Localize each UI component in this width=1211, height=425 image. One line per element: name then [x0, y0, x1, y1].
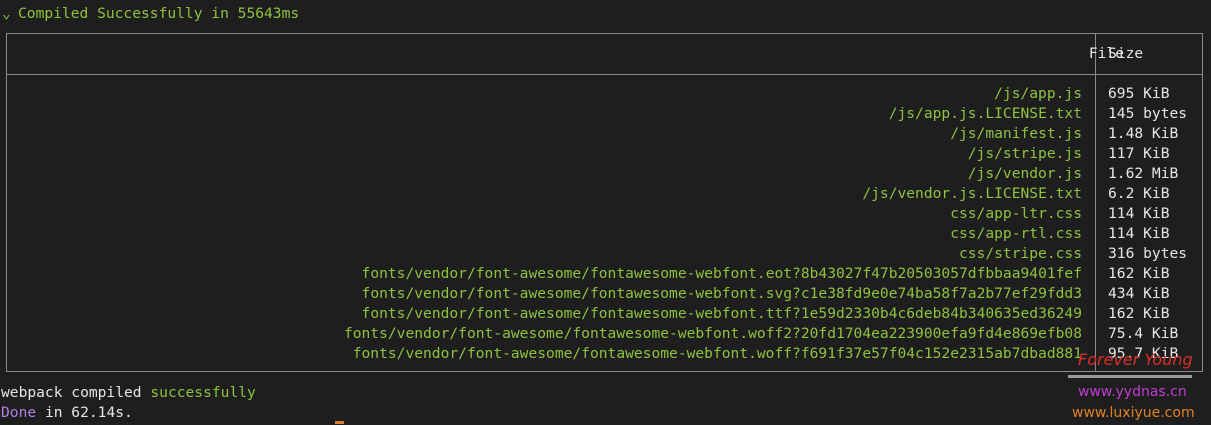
file-path: /js/app.js.LICENSE.txt	[888, 105, 1082, 122]
table-row: fonts/vendor/font-awesome/fontawesome-we…	[7, 324, 1202, 344]
table-row: css/app-rtl.css 114 KiB	[7, 224, 1202, 244]
table-row: fonts/vendor/font-awesome/fontawesome-we…	[7, 284, 1202, 304]
table-row: /js/app.js.LICENSE.txt 145 bytes	[7, 104, 1202, 124]
file-path: fonts/vendor/font-awesome/fontawesome-we…	[361, 285, 1082, 302]
file-size: 162 KiB	[1108, 305, 1170, 322]
file-path: css/app-ltr.css	[950, 205, 1082, 222]
file-size: 117 KiB	[1108, 145, 1170, 162]
file-path: css/stripe.css	[958, 245, 1082, 262]
terminal-window: ⌄ Compiled Successfully in 55643ms File S…	[0, 0, 1211, 425]
file-path: /js/vendor.js.LICENSE.txt	[862, 185, 1082, 202]
terminal-cursor	[335, 421, 344, 424]
file-size: 114 KiB	[1108, 205, 1170, 222]
file-path: /js/vendor.js	[967, 165, 1082, 182]
webpack-compiled-status: successfully	[150, 384, 256, 401]
watermark-underline	[1068, 375, 1192, 378]
table-row: css/app-ltr.css 114 KiB	[7, 204, 1202, 224]
file-path: fonts/vendor/font-awesome/fontawesome-we…	[361, 265, 1082, 282]
done-duration: in 62.14s.	[36, 404, 133, 421]
file-path: fonts/vendor/font-awesome/fontawesome-we…	[343, 325, 1082, 342]
header-divider	[7, 74, 1202, 75]
watermark-site-1: www.yydnas.cn	[1078, 384, 1187, 400]
webpack-compiled-prefix: webpack compiled	[1, 384, 151, 401]
file-path: /js/app.js	[994, 85, 1082, 102]
asset-rows: /js/app.js 695 KiB/js/app.js.LICENSE.txt 1…	[7, 84, 1202, 364]
file-size: 434 KiB	[1108, 285, 1170, 302]
table-row: /js/vendor.js.LICENSE.txt 6.2 KiB	[7, 184, 1202, 204]
file-size: 75.4 KiB	[1108, 325, 1179, 342]
asset-table: File Size /js/app.js 695 KiB/js/app.js.LI…	[6, 33, 1203, 372]
file-size: 6.2 KiB	[1108, 185, 1170, 202]
table-row: /js/app.js 695 KiB	[7, 84, 1202, 104]
table-row: fonts/vendor/font-awesome/fontawesome-we…	[7, 304, 1202, 324]
chevron-down-icon: ⌄	[2, 5, 11, 22]
file-size: 1.48 KiB	[1108, 125, 1179, 142]
column-header-size: Size	[1108, 45, 1144, 62]
file-size: 695 KiB	[1108, 85, 1170, 102]
file-size: 316 bytes	[1108, 245, 1188, 262]
table-row: /js/stripe.js 117 KiB	[7, 144, 1202, 164]
file-size: 162 KiB	[1108, 265, 1170, 282]
done-line: Done in 62.14s.	[1, 403, 133, 423]
table-row: /js/manifest.js 1.48 KiB	[7, 124, 1202, 144]
file-path: fonts/vendor/font-awesome/fontawesome-we…	[352, 345, 1082, 362]
file-path: /js/stripe.js	[967, 145, 1082, 162]
file-size: 114 KiB	[1108, 225, 1170, 242]
watermark-title: Forever Young	[1078, 350, 1193, 369]
file-path: /js/manifest.js	[950, 125, 1082, 142]
file-path: fonts/vendor/font-awesome/fontawesome-we…	[361, 305, 1082, 322]
file-size: 1.62 MiB	[1108, 165, 1179, 182]
webpack-compiled-line: webpack compiled successfully	[1, 383, 256, 403]
file-size: 145 bytes	[1108, 105, 1188, 122]
file-path: css/app-rtl.css	[950, 225, 1082, 242]
table-row: fonts/vendor/font-awesome/fontawesome-we…	[7, 264, 1202, 284]
watermark-site-2: www.luxiyue.com	[1072, 405, 1195, 421]
done-label: Done	[1, 404, 37, 421]
compile-status-text: Compiled Successfully in 55643ms	[18, 5, 300, 22]
table-row: /js/vendor.js 1.62 MiB	[7, 164, 1202, 184]
compile-status-header: ⌄ Compiled Successfully in 55643ms	[2, 4, 299, 24]
table-row: css/stripe.css 316 bytes	[7, 244, 1202, 264]
table-row: fonts/vendor/font-awesome/fontawesome-we…	[7, 344, 1202, 364]
